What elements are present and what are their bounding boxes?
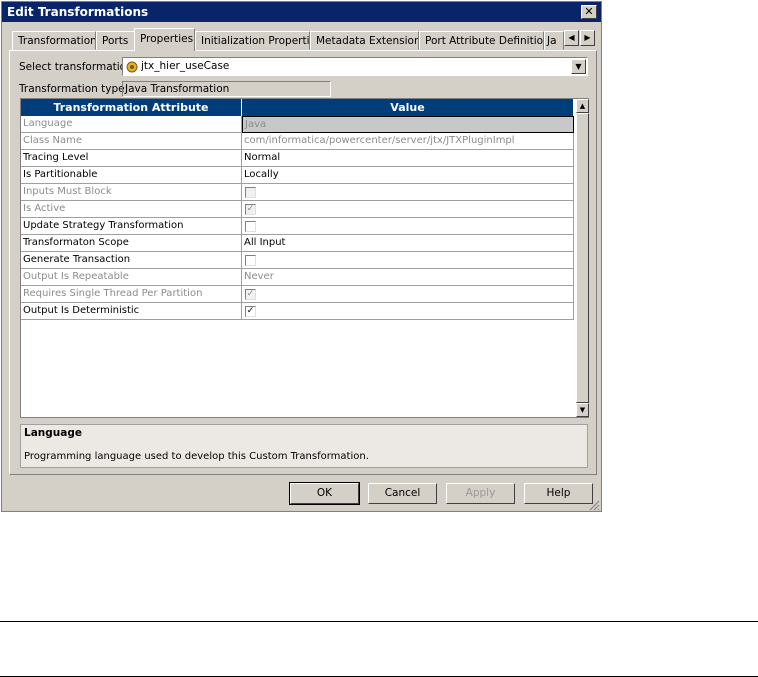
attribute-cell: Output Is Deterministic — [21, 303, 242, 320]
attribute-cell: Transformaton Scope — [21, 235, 242, 252]
checkmark-icon: ✓ — [246, 204, 255, 214]
ok-button[interactable]: OK — [289, 482, 360, 505]
resize-grip-icon[interactable] — [588, 499, 600, 511]
table-row[interactable]: Update Strategy Transformation — [21, 218, 574, 235]
transformation-type-label: Transformation type: — [19, 83, 129, 95]
value-cell[interactable]: Never — [242, 269, 574, 286]
window-title: Edit Transformations — [7, 5, 149, 19]
value-cell: ✓ — [242, 201, 574, 218]
select-transformation-label: Select transformation: — [19, 61, 137, 73]
properties-grid: Transformation Attribute Value Language J… — [20, 98, 589, 418]
table-row[interactable]: Tracing Level Normal — [21, 150, 574, 167]
apply-button[interactable]: Apply — [446, 483, 515, 504]
table-row[interactable]: Requires Single Thread Per Partition ✓ — [21, 286, 574, 303]
table-row[interactable]: Output Is Repeatable Never — [21, 269, 574, 286]
attribute-cell: Requires Single Thread Per Partition — [21, 286, 242, 303]
attribute-cell: Tracing Level — [21, 150, 242, 167]
table-row[interactable]: Inputs Must Block — [21, 184, 574, 201]
table-row[interactable]: Generate Transaction — [21, 252, 574, 269]
value-cell: ✓ — [242, 286, 574, 303]
value-cell — [242, 184, 574, 201]
value-cell[interactable]: Locally — [242, 167, 574, 184]
attribute-cell: Language — [21, 116, 242, 133]
attribute-cell: Inputs Must Block — [21, 184, 242, 201]
description-title: Language — [24, 427, 82, 439]
title-bar: Edit Transformations — [2, 2, 601, 22]
description-panel: Language Programming language used to de… — [20, 424, 588, 468]
value-cell[interactable]: com/informatica/powercenter/server/jtx/J… — [242, 133, 574, 150]
table-row[interactable]: Is Active ✓ — [21, 201, 574, 218]
arrow-up-icon: ▲ — [579, 102, 586, 110]
cancel-button[interactable]: Cancel — [368, 483, 437, 504]
dropdown-arrow-button[interactable]: ▼ — [571, 59, 586, 74]
tab-port-attribute-definitions[interactable]: Port Attribute Definitions — [419, 31, 544, 50]
table-row[interactable]: Transformaton Scope All Input — [21, 235, 574, 252]
value-cell — [242, 252, 574, 269]
scroll-thumb[interactable] — [576, 113, 589, 403]
tab-metadata-extensions[interactable]: Metadata Extensions — [310, 31, 419, 50]
select-transformation-dropdown[interactable]: jtx_hier_useCase ▼ — [122, 57, 588, 76]
value-checkbox[interactable]: ✓ — [245, 306, 256, 317]
arrow-right-icon: ▶ — [584, 33, 591, 42]
value-checkbox[interactable] — [245, 187, 256, 198]
grid-vertical-scrollbar[interactable]: ▲ ▼ — [576, 99, 589, 417]
close-icon: ✕ — [584, 5, 594, 18]
arrow-left-icon: ◀ — [568, 33, 575, 42]
attribute-cell: Class Name — [21, 133, 242, 150]
checkmark-icon: ✓ — [246, 306, 255, 316]
value-cell: ✓ — [242, 303, 574, 320]
value-cell — [242, 218, 574, 235]
column-header-attribute[interactable]: Transformation Attribute — [21, 99, 242, 116]
table-row[interactable]: Output Is Deterministic ✓ — [21, 303, 574, 320]
tab-properties[interactable]: Properties — [134, 28, 195, 51]
selected-transformation-value: jtx_hier_useCase — [141, 60, 230, 72]
attribute-cell: Update Strategy Transformation — [21, 218, 242, 235]
value-cell[interactable]: Normal — [242, 150, 574, 167]
value-checkbox[interactable] — [245, 221, 256, 232]
value-checkbox[interactable] — [245, 255, 256, 266]
table-row[interactable]: Language Java — [21, 116, 574, 133]
scroll-down-button[interactable]: ▼ — [576, 403, 589, 417]
close-button[interactable]: ✕ — [581, 5, 597, 19]
attribute-cell: Generate Transaction — [21, 252, 242, 269]
value-checkbox[interactable]: ✓ — [245, 289, 256, 300]
column-header-value[interactable]: Value — [242, 99, 574, 116]
java-transformation-icon — [126, 61, 138, 73]
help-button[interactable]: Help — [524, 483, 593, 504]
tab-initialization-properties[interactable]: Initialization Properties — [195, 31, 310, 50]
tab-scroll-right-button[interactable]: ▶ — [580, 30, 595, 46]
value-cell[interactable]: Java — [242, 116, 574, 133]
tab-scroll-left-button[interactable]: ◀ — [564, 30, 579, 46]
tab-transformation[interactable]: Transformation — [12, 31, 96, 50]
checkmark-icon: ✓ — [246, 289, 255, 299]
arrow-down-icon: ▼ — [579, 406, 586, 414]
value-cell[interactable]: All Input — [242, 235, 574, 252]
transformation-type-field: Java Transformation — [122, 81, 331, 97]
chevron-down-icon: ▼ — [575, 62, 582, 71]
tab-ports[interactable]: Ports — [96, 31, 136, 50]
value-checkbox[interactable]: ✓ — [245, 204, 256, 215]
tab-java-code[interactable]: Ja — [544, 31, 564, 50]
description-text: Programming language used to develop thi… — [24, 451, 369, 462]
attribute-cell: Output Is Repeatable — [21, 269, 242, 286]
separator-line-top — [0, 621, 758, 622]
scroll-up-button[interactable]: ▲ — [576, 99, 589, 113]
table-row[interactable]: Is Partitionable Locally — [21, 167, 574, 184]
attribute-cell: Is Active — [21, 201, 242, 218]
table-row[interactable]: Class Name com/informatica/powercenter/se… — [21, 133, 574, 150]
attribute-cell: Is Partitionable — [21, 167, 242, 184]
